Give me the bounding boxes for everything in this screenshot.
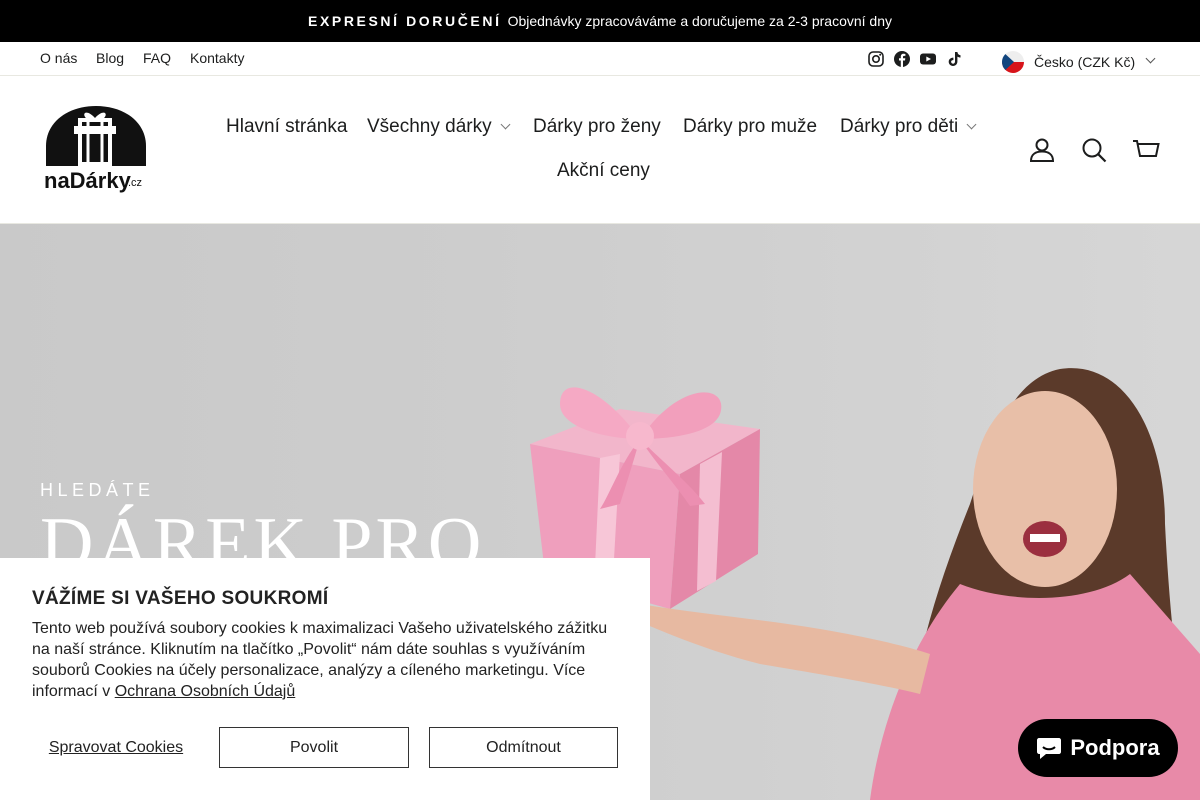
- cookie-title: VÁŽÍME SI VAŠEHO SOUKROMÍ: [32, 588, 329, 609]
- cart-icon[interactable]: [1132, 136, 1160, 164]
- nav-item-label: Dárky pro ženy: [533, 116, 661, 137]
- facebook-icon[interactable]: [893, 50, 911, 68]
- nav-item-gifts-kids[interactable]: Dárky pro děti: [840, 116, 977, 138]
- currency-label: Česko (CZK Kč): [1034, 54, 1136, 70]
- accept-cookies-button[interactable]: Povolit: [219, 727, 409, 768]
- nav-item-label: Akční ceny: [557, 160, 650, 181]
- instagram-icon[interactable]: [867, 50, 885, 68]
- hero-subtitle: HLEDÁTE: [40, 480, 155, 500]
- toolbar-link-contacts[interactable]: Kontakty: [190, 50, 244, 66]
- announcement-strong: EXPRESNÍ DORUČENÍ: [308, 13, 502, 29]
- nav-item-all-gifts[interactable]: Všechny dárky: [367, 116, 511, 138]
- cookie-text: Tento web používá soubory cookies k maxi…: [32, 618, 622, 702]
- logo-text: naDárky: [44, 168, 132, 193]
- toolbar-link-faq[interactable]: FAQ: [143, 50, 171, 66]
- nav-item-label: Všechny dárky: [367, 116, 492, 137]
- toolbar-link-blog[interactable]: Blog: [96, 50, 124, 66]
- announcement-text: Objednávky zpracováváme a doručujeme za …: [507, 13, 892, 29]
- currency-selector[interactable]: Česko (CZK Kč): [1002, 50, 1156, 74]
- tiktok-icon[interactable]: [945, 50, 963, 68]
- account-icon[interactable]: [1028, 136, 1056, 164]
- nav-item-label: Hlavní stránka: [226, 116, 348, 137]
- chevron-down-icon: [966, 119, 977, 130]
- nav-item-sale[interactable]: Akční ceny: [557, 160, 650, 182]
- nav-item-home[interactable]: Hlavní stránka: [226, 116, 347, 138]
- support-label: Podpora: [1070, 735, 1160, 760]
- announcement-bar: EXPRESNÍ DORUČENÍ Objednávky zpracovávám…: [0, 0, 1200, 42]
- nav-item-label: Dárky pro děti: [840, 116, 959, 137]
- cookie-banner: VÁŽÍME SI VAŠEHO SOUKROMÍ Tento web použ…: [0, 558, 650, 800]
- chevron-down-icon: [1145, 53, 1156, 63]
- nav-item-gifts-women[interactable]: Dárky pro ženy: [533, 116, 661, 138]
- logo-suffix: .cz: [128, 177, 142, 189]
- manage-cookies-button[interactable]: Spravovat Cookies: [32, 727, 200, 768]
- toolbar: O nás Blog FAQ Kontakty Česko (CZK Kč): [0, 42, 1200, 76]
- support-chat-button[interactable]: Podpora: [1018, 719, 1178, 777]
- chevron-down-icon: [500, 119, 511, 130]
- site-header: naDárky .cz Hlavní stránka Všechny dárky…: [0, 76, 1200, 224]
- nav-item-gifts-men[interactable]: Dárky pro muže: [683, 116, 817, 138]
- reject-cookies-button[interactable]: Odmítnout: [429, 727, 618, 768]
- toolbar-link-about[interactable]: O nás: [40, 50, 77, 66]
- site-logo[interactable]: naDárky .cz: [40, 104, 152, 194]
- privacy-policy-link[interactable]: Ochrana Osobních Údajů: [115, 683, 296, 700]
- czech-flag-icon: [1002, 51, 1024, 73]
- chat-icon: [1037, 738, 1062, 759]
- search-icon[interactable]: [1080, 136, 1108, 164]
- nav-item-label: Dárky pro muže: [683, 116, 818, 137]
- youtube-icon[interactable]: [919, 50, 937, 68]
